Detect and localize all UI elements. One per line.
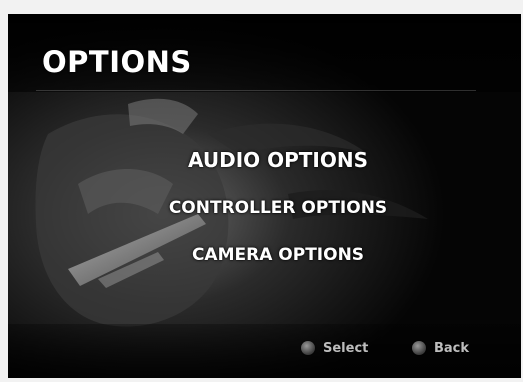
select-label: Select [323,340,369,356]
game-screen: OPTIONS AUDIO OPTIONS CONTROLLER OPTIONS… [8,14,521,378]
circle-button-icon [412,341,426,355]
menu-item-audio-options[interactable]: AUDIO OPTIONS [8,150,521,170]
circle-button-icon [301,341,315,355]
menu-item-controller-options[interactable]: CONTROLLER OPTIONS [8,200,521,217]
menu-item-camera-options[interactable]: CAMERA OPTIONS [8,247,521,264]
select-hint[interactable]: Select [301,338,368,358]
back-hint[interactable]: Back [412,338,469,358]
back-label: Back [434,340,470,356]
